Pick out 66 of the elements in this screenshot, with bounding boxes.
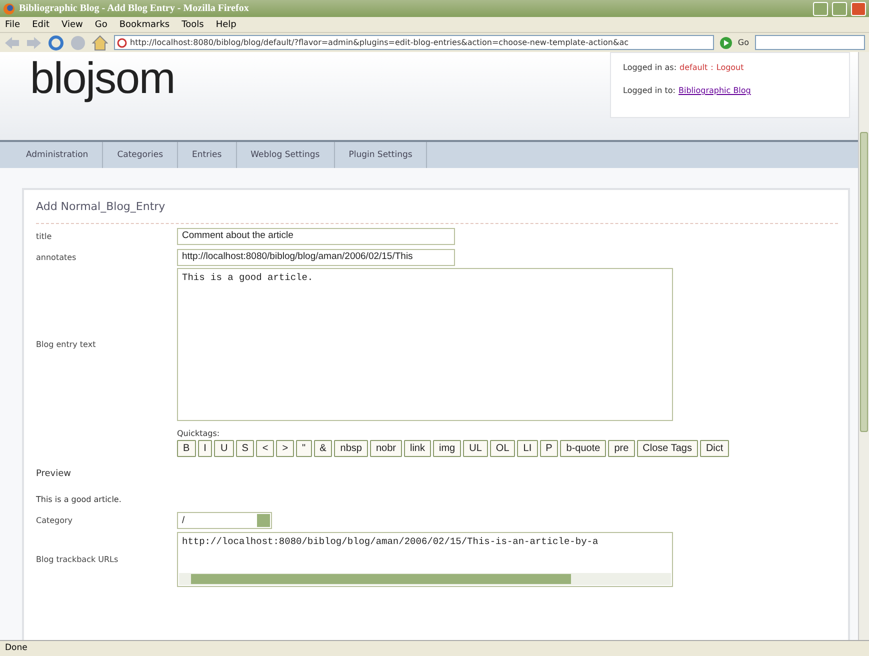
- blog-link[interactable]: Bibliographic Blog: [678, 86, 751, 95]
- preview-text: This is a good article.: [36, 495, 122, 504]
- quicktag-button[interactable]: S: [236, 440, 254, 457]
- menu-item[interactable]: Go: [94, 20, 108, 30]
- home-icon[interactable]: [92, 34, 108, 50]
- address-field[interactable]: http://localhost:8080/biblog/blog/default/?flavor=admin&plugins=edit-blog-entries&action=choose-new-template-action&ac: [114, 35, 714, 50]
- menu-item[interactable]: Tools: [182, 20, 204, 30]
- nav-tab[interactable]: Weblog Settings: [236, 142, 335, 168]
- quicktag-button[interactable]: B: [177, 440, 196, 457]
- field-label: Blog trackback URLs: [36, 555, 120, 564]
- go-icon[interactable]: [720, 36, 732, 48]
- login-label: Logged in to:: [623, 86, 676, 95]
- login-label: Logged in as:: [623, 63, 677, 72]
- menu-item[interactable]: File: [5, 20, 20, 30]
- field-label: Category: [36, 516, 74, 525]
- quicktag-button[interactable]: UL: [463, 440, 488, 457]
- quicktag-button[interactable]: LI: [517, 440, 538, 457]
- quicktag-button[interactable]: P: [540, 440, 558, 457]
- preview-label: Preview: [36, 469, 72, 479]
- quicktag-button[interactable]: Dict: [700, 440, 730, 457]
- quicktag-button[interactable]: >: [276, 440, 294, 457]
- separator-text: :: [710, 63, 714, 72]
- scrollbar[interactable]: [858, 52, 869, 640]
- quicktag-button[interactable]: pre: [608, 440, 635, 457]
- status-text: Done: [0, 640, 869, 656]
- user-name: default: [680, 63, 708, 72]
- menu-item[interactable]: View: [62, 20, 83, 30]
- back-icon[interactable]: [4, 36, 20, 50]
- menu-item[interactable]: Bookmarks: [119, 20, 170, 30]
- quicktag-button[interactable]: nbsp: [334, 440, 368, 457]
- text-area[interactable]: This is a good article.: [177, 268, 673, 421]
- quicktag-button[interactable]: OL: [490, 440, 516, 457]
- text-field[interactable]: Comment about the article: [177, 228, 455, 245]
- quicktag-button[interactable]: <: [256, 440, 274, 457]
- nav-tab[interactable]: Entries: [178, 142, 237, 168]
- nav-tab[interactable]: Categories: [103, 142, 178, 168]
- quicktag-button[interactable]: link: [404, 440, 431, 457]
- quicktag-button[interactable]: b-quote: [560, 440, 606, 457]
- maximize-button[interactable]: [832, 2, 847, 16]
- category-select[interactable]: /: [177, 512, 272, 529]
- field-label: title: [36, 232, 53, 241]
- menu-item[interactable]: Help: [216, 20, 236, 30]
- form-heading: Add Normal_Blog_Entry: [36, 200, 838, 224]
- quicktag-button[interactable]: U: [214, 440, 234, 457]
- logo: blojsom: [30, 54, 175, 105]
- quicktag-button[interactable]: &: [314, 440, 332, 457]
- quicktags-label: Quicktags:: [177, 429, 221, 438]
- quicktag-button[interactable]: img: [433, 440, 462, 457]
- minimize-button[interactable]: [813, 2, 828, 16]
- search-field[interactable]: [755, 35, 865, 50]
- quicktag-button[interactable]: Close Tags: [636, 440, 698, 457]
- nav-tab[interactable]: Administration: [12, 142, 104, 168]
- nav-tab[interactable]: Plugin Settings: [334, 142, 428, 168]
- text-field[interactable]: http://localhost:8080/biblog/blog/aman/2006/02/15/This: [177, 249, 455, 266]
- go-button[interactable]: Go: [738, 38, 749, 47]
- forward-icon[interactable]: [26, 36, 42, 50]
- field-label: Blog entry text: [36, 340, 97, 349]
- close-button[interactable]: [851, 2, 866, 16]
- text-area[interactable]: http://localhost:8080/biblog/blog/aman/2006/02/15/This-is-an-article-by-a: [177, 532, 673, 587]
- quicktag-button[interactable]: ": [296, 440, 312, 457]
- field-label: annotates: [36, 253, 78, 262]
- logout-link[interactable]: Logout: [716, 63, 744, 72]
- quicktag-button[interactable]: nobr: [370, 440, 402, 457]
- quicktag-button[interactable]: I: [198, 440, 212, 457]
- menu-item[interactable]: Edit: [32, 20, 50, 30]
- window-title: Bibliographic Blog - Add Blog Entry - Mozilla Firefox: [19, 3, 250, 14]
